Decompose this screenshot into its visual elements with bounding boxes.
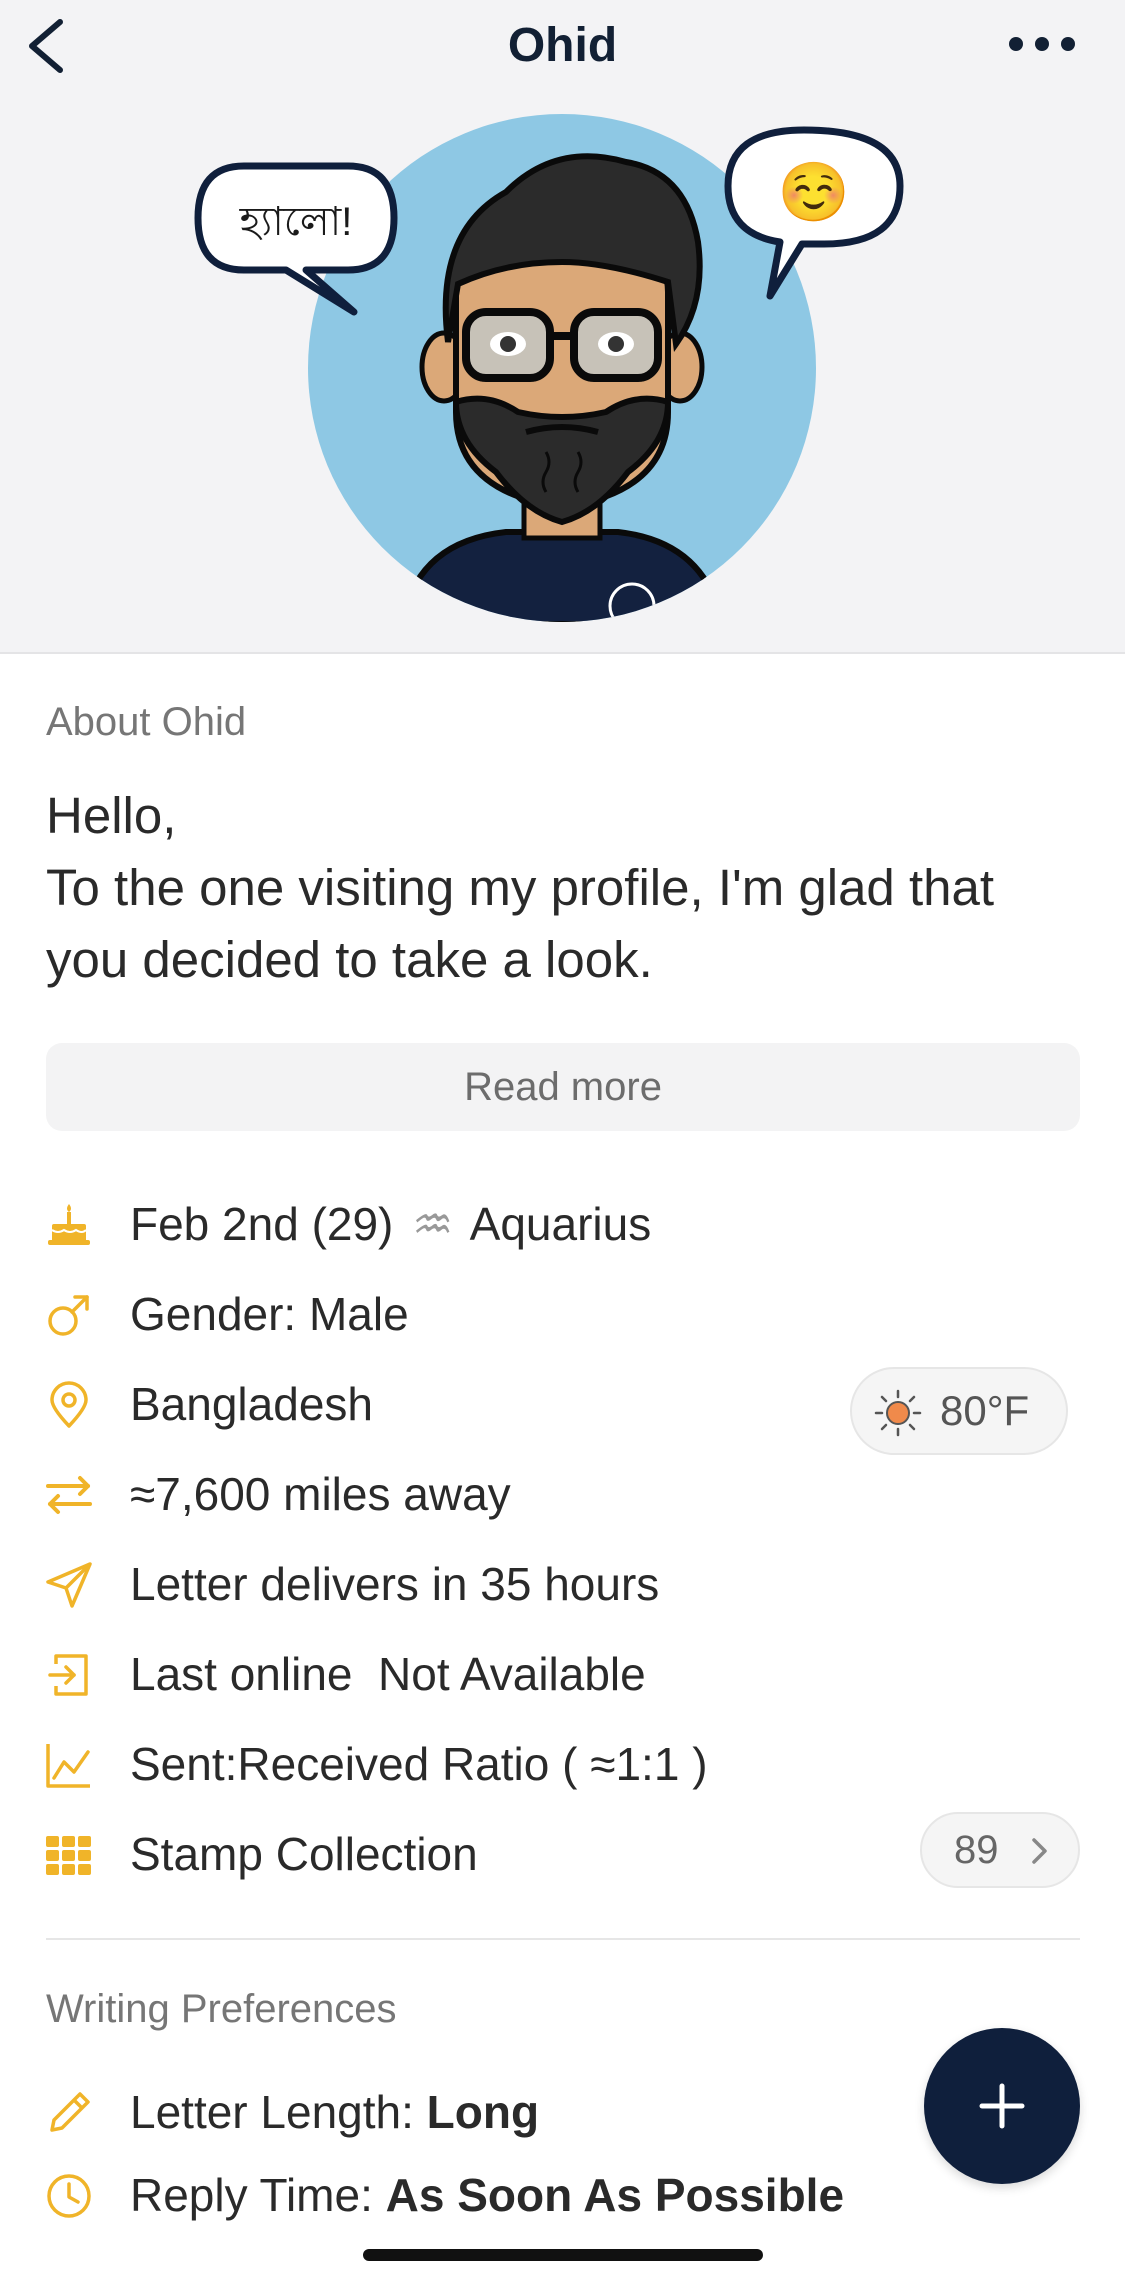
letter-length-value: Long bbox=[426, 2086, 540, 2138]
aquarius-icon: ♒ bbox=[412, 1198, 454, 1250]
about-line: you decided to take a look. bbox=[46, 931, 653, 988]
cake-icon bbox=[48, 1204, 90, 1245]
last-online-text: Last online Not Available bbox=[130, 1648, 646, 1700]
sun-icon bbox=[874, 1389, 922, 1437]
page-title: Ohid bbox=[507, 19, 618, 72]
grid-icon bbox=[46, 1836, 91, 1875]
location-text: Bangladesh bbox=[130, 1378, 373, 1430]
plus-icon bbox=[979, 2083, 1025, 2129]
gender-row: Gender: Male bbox=[0, 1274, 1125, 1354]
reply-time-text: Reply Time: As Soon As Possible bbox=[130, 2155, 844, 2235]
about-line: To the one visiting my profile, I'm glad… bbox=[46, 859, 995, 916]
birthday-text: Feb 2nd (29) ♒ Aquarius bbox=[130, 1184, 651, 1264]
speech-left-text: হ্যালো! bbox=[239, 200, 353, 244]
birthday-date: Feb 2nd (29) bbox=[130, 1198, 394, 1250]
ratio-text: Sent:Received Ratio ( ≈1:1 ) bbox=[130, 1738, 708, 1790]
delivery-text: Letter delivers in 35 hours bbox=[130, 1558, 660, 1610]
send-icon bbox=[46, 1562, 92, 1608]
chart-line-icon bbox=[46, 1744, 90, 1788]
weather-temp: 80°F bbox=[940, 1387, 1030, 1434]
reply-time-label: Reply Time: bbox=[130, 2169, 386, 2221]
stamp-count: 89 bbox=[954, 1828, 999, 1872]
distance-row: ≈7,600 miles away bbox=[0, 1454, 1125, 1534]
more-options-button[interactable] bbox=[1002, 22, 1082, 66]
read-more-button[interactable]: Read more bbox=[46, 1043, 1080, 1131]
speech-right-emoji: ☺️ bbox=[777, 160, 851, 225]
distance-text: ≈7,600 miles away bbox=[130, 1468, 511, 1520]
zodiac-sign: Aquarius bbox=[469, 1198, 652, 1250]
location-pin-icon bbox=[50, 1381, 88, 1428]
about-text: Hello, To the one visiting my profile, I… bbox=[46, 780, 1086, 996]
about-line: Hello, bbox=[46, 787, 177, 844]
compose-fab-button[interactable] bbox=[924, 2028, 1080, 2184]
pencil-icon bbox=[50, 2092, 90, 2132]
weather-badge: 80°F bbox=[850, 1367, 1068, 1455]
login-icon bbox=[48, 1654, 88, 1696]
ratio-row: Sent:Received Ratio ( ≈1:1 ) bbox=[0, 1724, 1125, 1804]
gender-text: Gender: Male bbox=[130, 1288, 409, 1340]
male-icon bbox=[48, 1295, 89, 1336]
home-indicator[interactable] bbox=[363, 2249, 763, 2261]
arrows-swap-icon bbox=[46, 1476, 92, 1514]
chevron-right-icon bbox=[1032, 1838, 1047, 1864]
writing-preferences-label: Writing Preferences bbox=[46, 1987, 397, 2031]
section-divider bbox=[46, 1938, 1080, 1940]
stamp-count-button[interactable]: 89 bbox=[920, 1812, 1080, 1888]
last-online-row: Last online Not Available bbox=[0, 1634, 1125, 1714]
more-horizontal-icon bbox=[1009, 37, 1075, 51]
clock-icon bbox=[47, 2174, 91, 2218]
delivery-row: Letter delivers in 35 hours bbox=[0, 1544, 1125, 1624]
letter-length-label: Letter Length: bbox=[130, 2086, 427, 2138]
birthday-row: Feb 2nd (29) ♒ Aquarius bbox=[0, 1184, 1125, 1264]
reply-time-value: As Soon As Possible bbox=[385, 2169, 845, 2221]
header-divider bbox=[0, 652, 1125, 654]
stamp-collection-label: Stamp Collection bbox=[130, 1828, 478, 1880]
letter-length-text: Letter Length: Long bbox=[130, 2072, 539, 2152]
about-label: About Ohid bbox=[46, 700, 247, 744]
